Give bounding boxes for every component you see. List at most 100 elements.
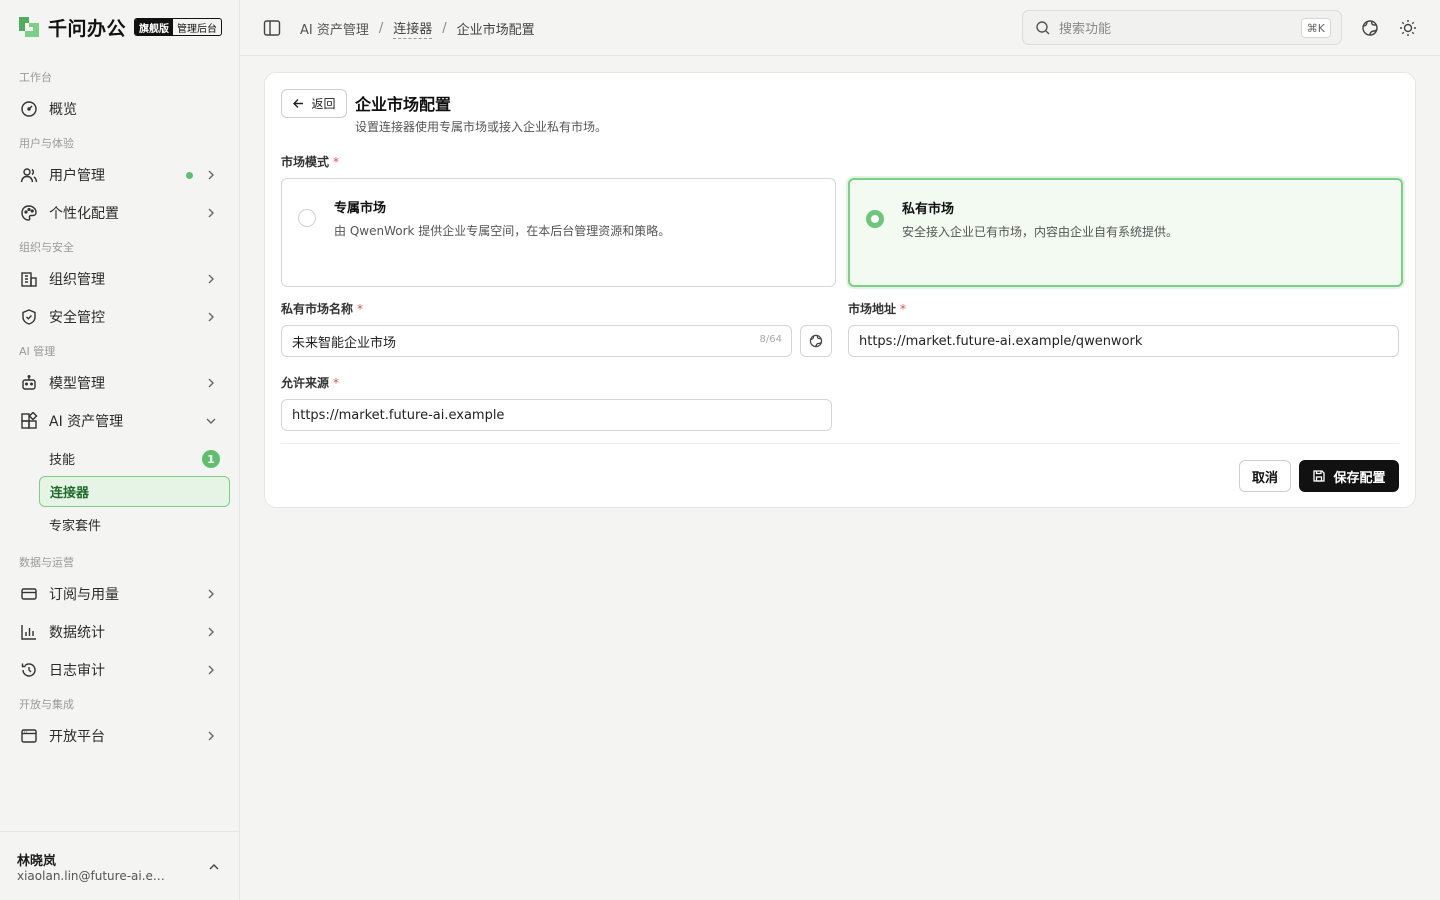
- sidebar: 千问办公 旗舰版 管理后台 工作台 概览 用户与体验 用户管理 个性化配置 组织…: [0, 0, 240, 900]
- nav-group-workbench: 工作台: [19, 71, 52, 84]
- breadcrumb-separator: /: [442, 21, 447, 36]
- chevron-right-icon: [208, 312, 214, 322]
- required-mark: *: [333, 376, 340, 390]
- dashboard-icon: [20, 100, 38, 118]
- chevron-right-icon: [208, 274, 214, 284]
- config-card: 返回 企业市场配置 设置连接器使用专属市场或接入企业私有市场。 市场模式 * 专属…: [264, 72, 1416, 508]
- sidebar-item-organization[interactable]: 组织管理: [10, 263, 230, 295]
- breadcrumb-item-ai-assets[interactable]: AI 资产管理: [300, 19, 369, 38]
- sidebar-subitem-label: 技能: [49, 453, 76, 468]
- back-button[interactable]: 返回: [281, 89, 347, 118]
- translate-button[interactable]: [800, 325, 832, 357]
- save-button[interactable]: 保存配置: [1299, 460, 1399, 492]
- allowed-origin-label-text: 允许来源: [281, 376, 330, 390]
- option-dedicated-market[interactable]: 专属市场 由 QwenWork 提供企业专属空间，在本后台管理资源和策略。: [281, 178, 836, 287]
- brand-tag-secondary: 管理后台: [177, 23, 218, 35]
- chevron-right-icon: [208, 731, 214, 741]
- history-icon: [20, 661, 38, 679]
- sidebar-item-label: 数据统计: [49, 625, 105, 641]
- sidebar-item-audit[interactable]: 日志审计: [10, 654, 230, 686]
- sidebar-item-label: 订阅与用量: [49, 587, 119, 603]
- required-mark: *: [333, 155, 340, 169]
- arrow-left-icon: [293, 99, 304, 108]
- market-name-input[interactable]: 未来智能企业市场 8/64: [281, 325, 792, 357]
- chevron-down-icon: [206, 418, 216, 424]
- save-button-label: 保存配置: [1333, 470, 1386, 486]
- page-title: 企业市场配置: [355, 95, 452, 114]
- market-name-value: 未来智能企业市场: [292, 335, 397, 351]
- sidebar-item-personalization[interactable]: 个性化配置: [10, 197, 230, 229]
- chevron-right-icon: [208, 627, 214, 637]
- sidebar-item-label: AI 资产管理: [49, 414, 124, 430]
- market-name-label: 私有市场名称 *: [281, 300, 363, 317]
- radio-button[interactable]: [298, 209, 316, 227]
- shield-icon: [20, 308, 38, 326]
- sidebar-item-users[interactable]: 用户管理: [10, 159, 230, 191]
- sidebar-subitem-label: 连接器: [50, 486, 90, 501]
- chevron-right-icon: [208, 208, 214, 218]
- sidebar-item-label: 用户管理: [49, 168, 105, 184]
- page-subtitle: 设置连接器使用专属市场或接入企业私有市场。: [355, 120, 608, 134]
- chevron-right-icon: [208, 378, 214, 388]
- breadcrumb: AI 资产管理 / 连接器 / 企业市场配置: [300, 18, 535, 39]
- breadcrumb-item-connectors[interactable]: 连接器: [393, 18, 433, 39]
- option-title: 专属市场: [334, 201, 387, 216]
- bar-chart-icon: [20, 623, 38, 641]
- sidebar-item-subscription[interactable]: 订阅与用量: [10, 578, 230, 610]
- sidebar-item-label: 组织管理: [49, 272, 105, 288]
- nav-group-ai: AI 管理: [19, 345, 56, 358]
- brand[interactable]: 千问办公 旗舰版 管理后台: [16, 12, 223, 42]
- apps-icon: [20, 412, 38, 430]
- breadcrumb-separator: /: [378, 21, 384, 36]
- brand-logo-icon: [19, 17, 39, 37]
- user-email: xiaolan.lin@future-ai.ex...: [17, 869, 167, 883]
- sidebar-item-models[interactable]: 模型管理: [10, 367, 230, 399]
- nav-group-org: 组织与安全: [19, 241, 74, 254]
- market-mode-label: 市场模式 *: [281, 153, 339, 170]
- sidebar-item-statistics[interactable]: 数据统计: [10, 616, 230, 648]
- market-url-value: https://market.future-ai.example/qwenwor…: [859, 333, 1143, 349]
- option-description: 安全接入企业已有市场，内容由企业自有系统提供。: [902, 225, 1179, 239]
- bot-icon: [20, 374, 38, 392]
- save-icon: [1313, 470, 1326, 482]
- nav-group-data: 数据与运营: [19, 556, 74, 569]
- chevron-right-icon: [208, 170, 214, 180]
- user-name: 林晓岚: [17, 854, 57, 869]
- option-private-market[interactable]: 私有市场 安全接入企业已有市场，内容由企业自有系统提供。: [848, 178, 1403, 287]
- sidebar-item-overview[interactable]: 概览: [10, 93, 230, 125]
- nav-group-open: 开放与集成: [19, 698, 74, 711]
- sidebar-item-label: 个性化配置: [49, 206, 119, 222]
- globe-icon: [809, 334, 823, 348]
- globe-icon[interactable]: [1360, 18, 1380, 38]
- count-badge: 1: [202, 450, 220, 468]
- market-url-label: 市场地址 *: [848, 300, 906, 317]
- sidebar-item-ai-assets[interactable]: AI 资产管理: [10, 405, 230, 437]
- allowed-origin-input[interactable]: https://market.future-ai.example: [281, 399, 832, 431]
- required-mark: *: [357, 302, 364, 316]
- sidebar-item-label: 模型管理: [49, 376, 105, 392]
- market-mode-label-text: 市场模式: [281, 155, 330, 169]
- sidebar-item-label: 概览: [49, 102, 77, 118]
- sidebar-item-open-platform[interactable]: 开放平台: [10, 720, 230, 752]
- required-mark: *: [900, 302, 907, 316]
- sun-icon[interactable]: [1398, 18, 1418, 38]
- allowed-origin-label: 允许来源 *: [281, 374, 339, 391]
- chevron-right-icon: [208, 589, 214, 599]
- brand-name: 千问办公: [48, 17, 127, 40]
- divider: [281, 443, 1399, 444]
- topbar: AI 资产管理 / 连接器 / 企业市场配置 搜索功能 ⌘K: [240, 0, 1440, 56]
- sidebar-item-security[interactable]: 安全管控: [10, 301, 230, 333]
- radio-button-selected[interactable]: [866, 210, 884, 228]
- status-dot: [186, 172, 193, 179]
- user-menu[interactable]: 林晓岚 xiaolan.lin@future-ai.ex...: [0, 831, 239, 900]
- cancel-button[interactable]: 取消: [1239, 460, 1291, 492]
- option-title: 私有市场: [902, 202, 955, 217]
- sidebar-subitem-expert-kits[interactable]: 专家套件: [39, 509, 230, 540]
- sidebar-toggle-icon[interactable]: [262, 18, 282, 38]
- option-description: 由 QwenWork 提供企业专属空间，在本后台管理资源和策略。: [334, 224, 671, 238]
- search-input[interactable]: 搜索功能 ⌘K: [1022, 10, 1342, 45]
- sidebar-subitem-connectors[interactable]: 连接器: [39, 476, 230, 507]
- market-url-input[interactable]: https://market.future-ai.example/qwenwor…: [848, 325, 1399, 357]
- sidebar-subitem-skills[interactable]: 技能 1: [39, 443, 230, 474]
- chevron-right-icon: [208, 665, 214, 675]
